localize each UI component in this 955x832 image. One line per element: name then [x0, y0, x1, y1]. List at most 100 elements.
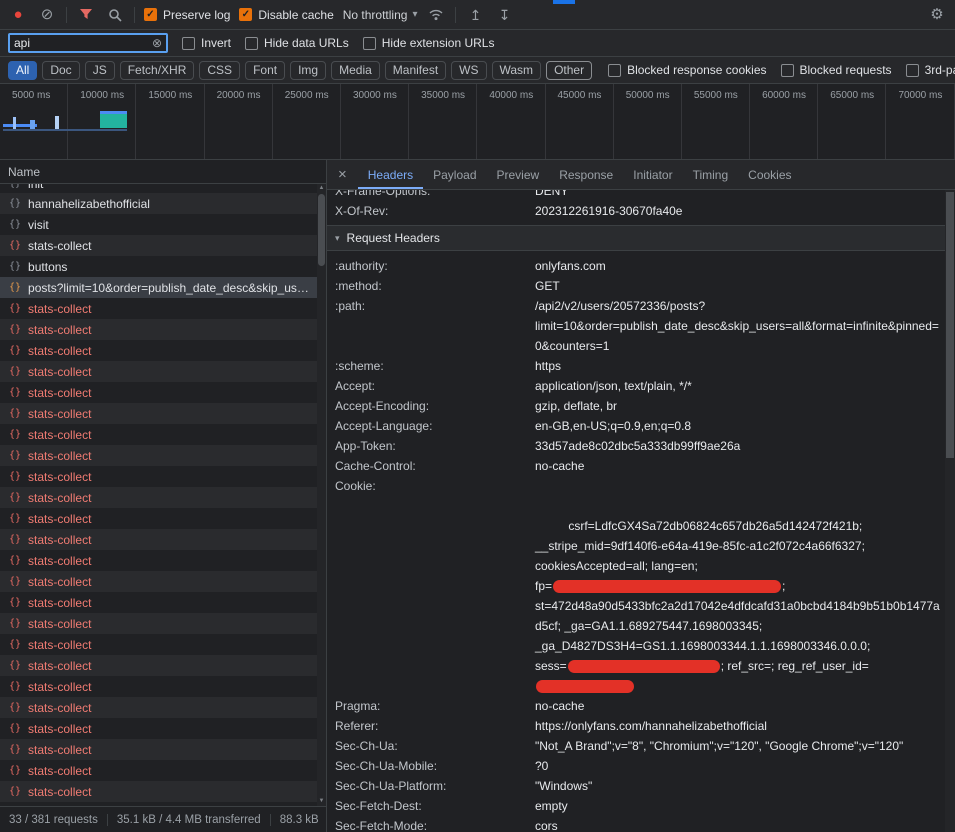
clear-filter-icon[interactable]: ⊗ — [152, 36, 162, 50]
type-filter-chip[interactable]: Wasm — [492, 61, 542, 80]
preserve-log-checkbox[interactable]: Preserve log — [144, 8, 230, 22]
details-tab[interactable]: Initiator — [623, 160, 682, 189]
request-row[interactable]: {} hannahelizabethofficial — [0, 193, 326, 214]
scroll-down-icon[interactable]: ▼ — [317, 797, 326, 806]
type-filter-chip[interactable]: Doc — [42, 61, 79, 80]
invert-checkbox[interactable]: Invert — [182, 36, 231, 50]
header-value: "Windows" — [535, 776, 945, 796]
request-row[interactable]: {} stats-collect — [0, 403, 326, 424]
request-row[interactable]: {} stats-collect — [0, 655, 326, 676]
request-headers-section-toggle[interactable]: ▾ Request Headers — [327, 226, 945, 251]
scroll-up-icon[interactable]: ▲ — [317, 184, 326, 193]
scrollbar-thumb[interactable] — [318, 194, 325, 266]
request-list-scrollbar[interactable]: ▲ ▼ — [317, 184, 326, 806]
request-row[interactable]: {} stats-collect — [0, 697, 326, 718]
details-tab[interactable]: Headers — [358, 160, 423, 189]
request-list-pane: Name {} init {} hannahelizabethofficial … — [0, 160, 327, 832]
request-row[interactable]: {} stats-collect — [0, 445, 326, 466]
request-row[interactable]: {} stats-collect — [0, 382, 326, 403]
request-row[interactable]: {} stats-collect — [0, 739, 326, 760]
hide-extension-urls-checkbox[interactable]: Hide extension URLs — [363, 36, 495, 50]
disable-cache-checkbox[interactable]: Disable cache — [239, 8, 333, 22]
close-icon: × — [338, 166, 347, 183]
filter-toggle-button[interactable] — [76, 5, 96, 25]
details-tab[interactable]: Preview — [487, 160, 550, 189]
network-filter-input[interactable] — [14, 36, 152, 50]
type-filter-chip[interactable]: Fetch/XHR — [120, 61, 195, 80]
type-filter-chip[interactable]: CSS — [199, 61, 240, 80]
request-row[interactable]: {} stats-collect — [0, 508, 326, 529]
request-row[interactable]: {} stats-collect — [0, 319, 326, 340]
type-filter-chip[interactable]: WS — [451, 61, 486, 80]
type-filter-chip[interactable]: Font — [245, 61, 285, 80]
request-row[interactable]: {} stats-collect — [0, 235, 326, 256]
filter-input-wrap: ⊗ — [8, 33, 168, 53]
request-row[interactable]: {} stats-collect — [0, 613, 326, 634]
timeline-tick-label: 70000 ms — [898, 90, 942, 101]
details-scrollbar[interactable] — [945, 190, 955, 832]
request-row[interactable]: {} stats-collect — [0, 676, 326, 697]
hide-data-urls-checkbox[interactable]: Hide data URLs — [245, 36, 349, 50]
disable-cache-label: Disable cache — [258, 8, 333, 22]
type-filter-chip[interactable]: Manifest — [385, 61, 446, 80]
record-button[interactable]: ● — [8, 5, 28, 25]
header-row-cookie: Cookie: csrf=LdfcGX4Sa72db06824c657db26a… — [327, 476, 945, 696]
clear-button[interactable]: ⊘ — [37, 5, 57, 25]
details-tab[interactable]: Cookies — [738, 160, 801, 189]
scrollbar-thumb[interactable] — [946, 192, 954, 458]
type-filter-chip[interactable]: All — [8, 61, 37, 80]
request-row[interactable]: {} stats-collect — [0, 571, 326, 592]
header-row: :authority: onlyfans.com — [327, 256, 945, 276]
request-row[interactable]: {} init — [0, 184, 326, 193]
request-row[interactable]: {} stats-collect — [0, 361, 326, 382]
request-row[interactable]: {} stats-collect — [0, 781, 326, 802]
requests-count: 33 / 381 requests — [0, 814, 107, 826]
header-value: DENY — [535, 190, 945, 201]
request-row[interactable]: {} stats-collect — [0, 529, 326, 550]
export-har-button[interactable]: ↧ — [494, 5, 514, 25]
header-name: Sec-Ch-Ua-Platform: — [335, 776, 535, 796]
type-filter-chip[interactable]: Media — [331, 61, 380, 80]
header-value: https://onlyfans.com/hannahelizabethoffi… — [535, 716, 945, 736]
details-tab[interactable]: Response — [549, 160, 623, 189]
request-row[interactable]: {} visit — [0, 214, 326, 235]
close-details-button[interactable]: × — [327, 160, 358, 189]
network-overview-timeline[interactable]: 5000 ms10000 ms15000 ms20000 ms25000 ms3… — [0, 84, 955, 160]
request-row[interactable]: {} buttons — [0, 256, 326, 277]
request-row[interactable]: {} stats-collect — [0, 466, 326, 487]
network-filter-checkbox[interactable]: Blocked response cookies — [608, 63, 766, 77]
details-tab[interactable]: Payload — [423, 160, 486, 189]
request-row[interactable]: {} stats-collect — [0, 550, 326, 571]
throttling-dropdown[interactable]: No throttling ▾ — [343, 8, 418, 22]
timeline-tick-label: 55000 ms — [694, 90, 738, 101]
type-filter-chip[interactable]: Other — [546, 61, 592, 80]
type-filter-chip[interactable]: Img — [290, 61, 326, 80]
request-name: stats-collect — [28, 449, 314, 463]
request-row[interactable]: {} stats-collect — [0, 487, 326, 508]
request-row[interactable]: {} posts?limit=10&order=publish_date_des… — [0, 277, 326, 298]
timeline-tick: 65000 ms — [818, 84, 886, 159]
settings-button[interactable]: ⚙ — [927, 5, 947, 25]
request-row[interactable]: {} stats-collect — [0, 634, 326, 655]
network-filter-checkbox[interactable]: Blocked requests — [781, 63, 892, 77]
import-har-button[interactable]: ↥ — [465, 5, 485, 25]
network-conditions-button[interactable] — [426, 5, 446, 25]
name-column-header[interactable]: Name — [0, 160, 326, 184]
clear-icon: ⊘ — [41, 7, 54, 22]
request-row[interactable]: {} stats-collect — [0, 340, 326, 361]
search-button[interactable] — [105, 5, 125, 25]
request-row[interactable]: {} stats-collect — [0, 760, 326, 781]
request-row[interactable]: {} stats-collect — [0, 718, 326, 739]
request-row[interactable]: {} stats-collect — [0, 424, 326, 445]
timeline-tick: 40000 ms — [477, 84, 545, 159]
network-filter-checkbox[interactable]: 3rd-party requests — [906, 63, 955, 77]
toolbar-highlight — [553, 0, 575, 4]
request-row[interactable]: {} stats-collect — [0, 298, 326, 319]
header-value: cors — [535, 816, 945, 832]
request-type-icon: {} — [9, 366, 21, 377]
type-filter-chip[interactable]: JS — [85, 61, 115, 80]
request-row[interactable]: {} stats-collect — [0, 592, 326, 613]
timeline-tick-label: 65000 ms — [830, 90, 874, 101]
details-tab[interactable]: Timing — [683, 160, 739, 189]
request-name: stats-collect — [28, 722, 314, 736]
